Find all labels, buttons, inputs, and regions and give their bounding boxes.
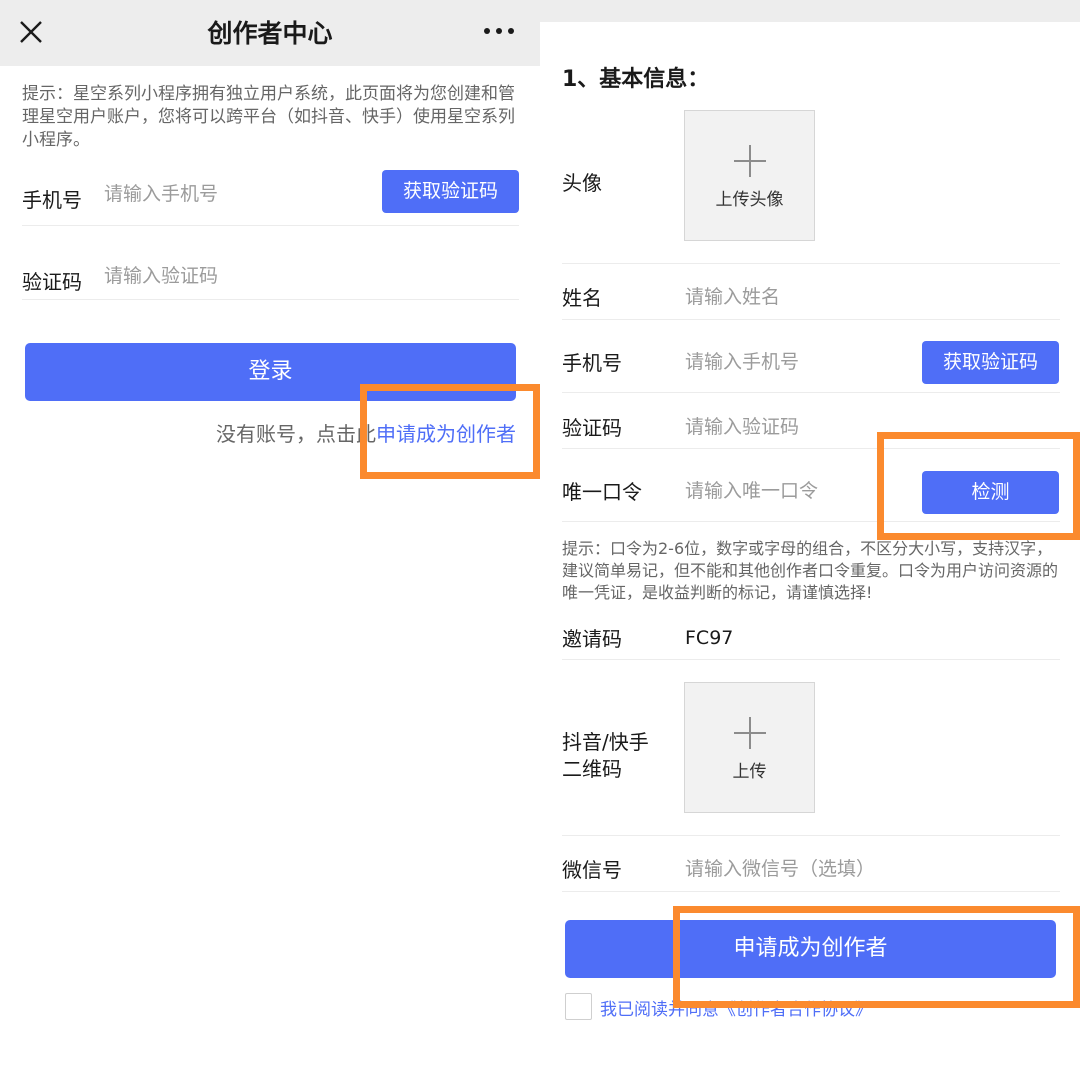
divider — [562, 659, 1060, 660]
token-tip: 提示：口令为2-6位，数字或字母的组合，不区分大小写，支持汉字，建议简单易记，但… — [562, 539, 1059, 602]
qrcode-upload-text: 上传 — [732, 762, 767, 782]
invite-code-value: FC97 — [685, 627, 734, 649]
plus-icon — [734, 717, 766, 749]
highlight-check-button — [877, 432, 1080, 540]
highlight-apply-button — [673, 906, 1080, 1008]
divider — [562, 835, 1060, 836]
top-strip — [540, 0, 1080, 22]
register-panel: 1、基本信息： 头像 上传头像 姓名 手机号 获取验证码 验证码 唯一口令 检测… — [540, 0, 1080, 1080]
code-label: 验证码 — [22, 270, 82, 294]
divider — [562, 392, 1060, 393]
highlight-apply-link — [360, 384, 540, 479]
get-code-button[interactable]: 获取验证码 — [382, 170, 519, 213]
name-input[interactable] — [685, 286, 915, 308]
get-code-button[interactable]: 获取验证码 — [922, 341, 1059, 384]
code-input[interactable] — [104, 265, 364, 287]
avatar-label: 头像 — [562, 171, 602, 195]
phone-input[interactable] — [104, 183, 364, 205]
divider — [562, 263, 1060, 264]
agreement-checkbox[interactable] — [565, 993, 592, 1020]
phone-row: 手机号 获取验证码 — [22, 170, 519, 226]
code-label: 验证码 — [562, 416, 622, 440]
phone-input[interactable] — [685, 351, 915, 373]
divider — [562, 319, 1060, 320]
section-title: 1、基本信息： — [562, 67, 710, 92]
code-row: 验证码 — [22, 253, 519, 300]
avatar-upload[interactable]: 上传头像 — [684, 110, 815, 241]
token-label: 唯一口令 — [562, 480, 642, 504]
phone-label: 手机号 — [562, 351, 622, 375]
phone-label: 手机号 — [22, 188, 82, 212]
qrcode-label-line2: 二维码 — [562, 757, 622, 781]
page-title: 创作者中心 — [207, 19, 333, 48]
account-tip: 提示：星空系列小程序拥有独立用户系统，此页面将为您创建和管理星空用户账户，您将可… — [22, 84, 515, 150]
plus-icon — [734, 145, 766, 177]
qrcode-label-line1: 抖音/快手 — [562, 730, 649, 754]
name-label: 姓名 — [562, 286, 602, 310]
wechat-label: 微信号 — [562, 858, 622, 882]
nav-bar: 创作者中心 — [0, 0, 540, 66]
avatar-upload-text: 上传头像 — [715, 190, 784, 210]
no-account-text: 没有账号，点击此 — [216, 422, 376, 446]
wechat-input[interactable] — [685, 858, 1045, 880]
more-icon[interactable] — [482, 28, 516, 38]
divider — [562, 891, 1060, 892]
login-panel: 创作者中心 提示：星空系列小程序拥有独立用户系统，此页面将为您创建和管理星空用户… — [0, 0, 540, 1080]
invite-label: 邀请码 — [562, 627, 622, 651]
qrcode-upload[interactable]: 上传 — [684, 682, 815, 813]
